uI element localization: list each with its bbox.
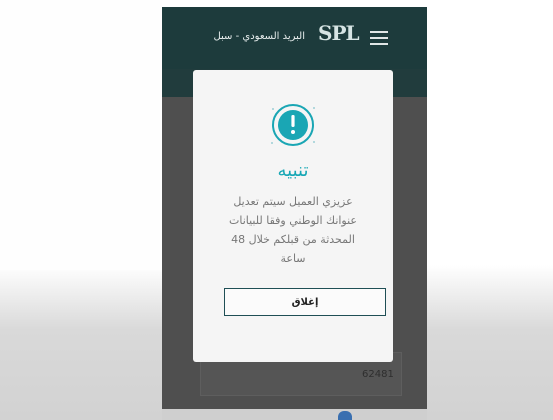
- bottom-nav-icon[interactable]: [338, 411, 352, 420]
- message-line: عزيزي العميل سيتم تعديل: [233, 195, 353, 208]
- close-button[interactable]: إغلاق: [224, 288, 386, 316]
- phone-screen: SPL البريد السعودي - سبل 62481 تنبيه عزي…: [162, 7, 427, 420]
- dialog-message: عزيزي العميل سيتم تعديل عنوانك الوطني وف…: [209, 192, 377, 268]
- field-value: 62481: [362, 369, 394, 380]
- app-header: SPL البريد السعودي - سبل: [162, 7, 427, 69]
- message-line: عنوانك الوطني وفقا للبيانات: [228, 214, 357, 227]
- spl-logo: SPL: [318, 21, 360, 45]
- alert-exclamation-icon: [271, 104, 315, 146]
- bottom-nav: [162, 409, 427, 420]
- dialog-title: تنبيه: [277, 160, 309, 181]
- alert-dialog: تنبيه عزيزي العميل سيتم تعديل عنوانك الو…: [193, 70, 393, 362]
- message-line: المحدثة من قبلكم خلال 48: [231, 233, 355, 246]
- hamburger-menu-icon[interactable]: [370, 31, 388, 45]
- brand-text: البريد السعودي - سبل: [213, 31, 305, 42]
- left-background: [0, 0, 162, 270]
- message-line: ساعة: [280, 252, 306, 265]
